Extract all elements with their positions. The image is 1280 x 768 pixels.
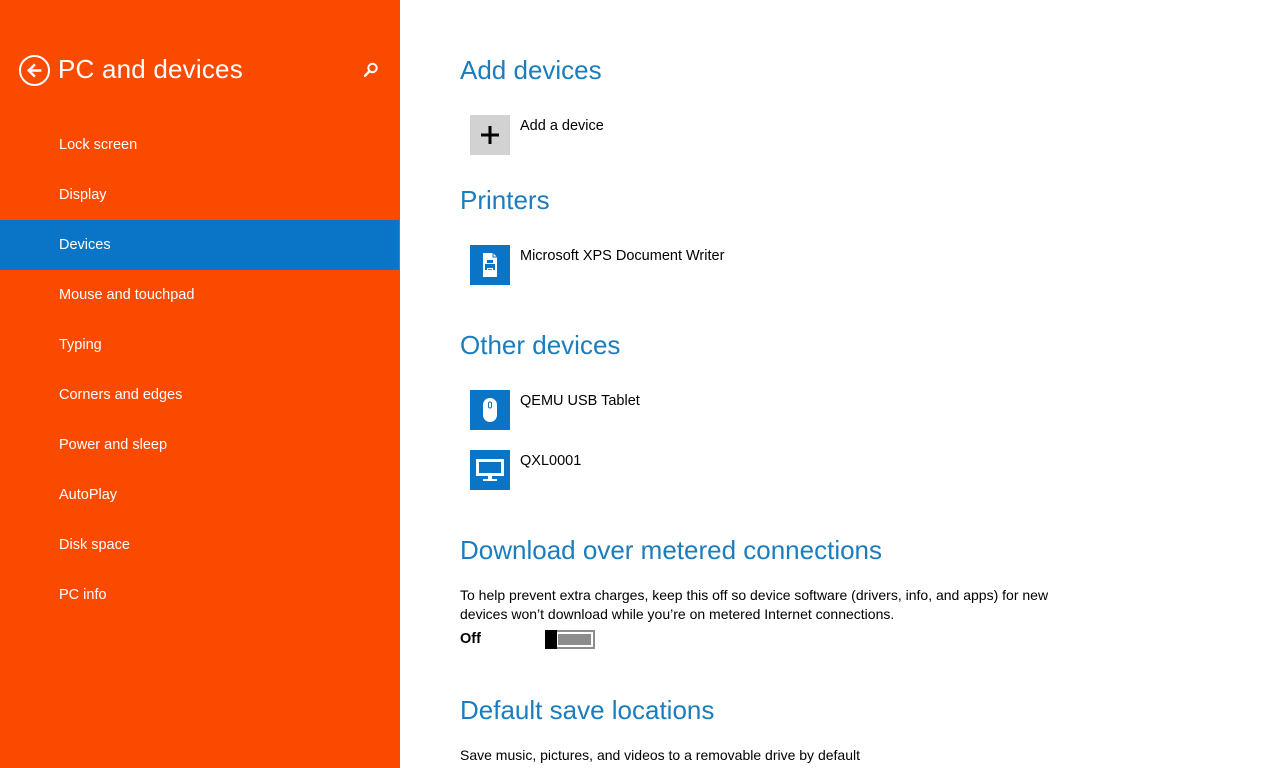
toggle-thumb[interactable]: [545, 630, 557, 649]
search-icon[interactable]: [362, 61, 380, 79]
section-title-other-devices: Other devices: [460, 330, 621, 360]
metered-toggle[interactable]: [545, 630, 595, 649]
metered-description: To help prevent extra charges, keep this…: [460, 587, 1049, 622]
add-device-button[interactable]: Add a device: [470, 115, 604, 155]
sidebar-item-lock-screen[interactable]: Lock screen: [0, 120, 400, 170]
plus-icon: [470, 115, 510, 155]
device-item-qemu-usb-tablet[interactable]: QEMU USB Tablet: [470, 390, 640, 430]
section-title-printers: Printers: [460, 185, 550, 215]
main-content: Add devices Add a device Printers Micros…: [460, 0, 1240, 768]
save-locations-description: Save music, pictures, and videos to a re…: [460, 747, 860, 763]
back-arrow-glyph: [27, 63, 42, 78]
sidebar-item-display[interactable]: Display: [0, 170, 400, 220]
device-label: Microsoft XPS Document Writer: [520, 248, 725, 264]
back-arrow-icon[interactable]: [19, 55, 50, 86]
mouse-icon: [470, 390, 510, 430]
section-title-save-locations: Default save locations: [460, 695, 715, 725]
section-title-metered: Download over metered connections: [460, 535, 883, 565]
sidebar-item-typing[interactable]: Typing: [0, 320, 400, 370]
toggle-state-label: Off: [460, 631, 481, 647]
sidebar-nav: Lock screen Display Devices Mouse and to…: [0, 120, 400, 620]
sidebar-item-mouse-and-touchpad[interactable]: Mouse and touchpad: [0, 270, 400, 320]
sidebar-item-power-and-sleep[interactable]: Power and sleep: [0, 420, 400, 470]
sidebar: PC and devices Lock screen Display Devic…: [0, 0, 400, 768]
toggle-track: [558, 634, 591, 645]
add-device-label: Add a device: [520, 118, 604, 134]
sidebar-item-disk-space[interactable]: Disk space: [0, 520, 400, 570]
device-item-printer[interactable]: Microsoft XPS Document Writer: [470, 245, 724, 285]
printer-icon: [470, 245, 510, 285]
device-label: QXL0001: [520, 453, 582, 469]
page-title: PC and devices: [58, 54, 243, 84]
device-label: QEMU USB Tablet: [520, 393, 640, 409]
section-title-add-devices: Add devices: [460, 55, 602, 85]
device-item-qxl0001[interactable]: QXL0001: [470, 450, 581, 490]
monitor-icon: [470, 450, 510, 490]
sidebar-item-devices[interactable]: Devices: [0, 220, 399, 270]
sidebar-item-corners-and-edges[interactable]: Corners and edges: [0, 370, 400, 420]
sidebar-item-autoplay[interactable]: AutoPlay: [0, 470, 400, 520]
sidebar-item-pc-info[interactable]: PC info: [0, 570, 400, 620]
